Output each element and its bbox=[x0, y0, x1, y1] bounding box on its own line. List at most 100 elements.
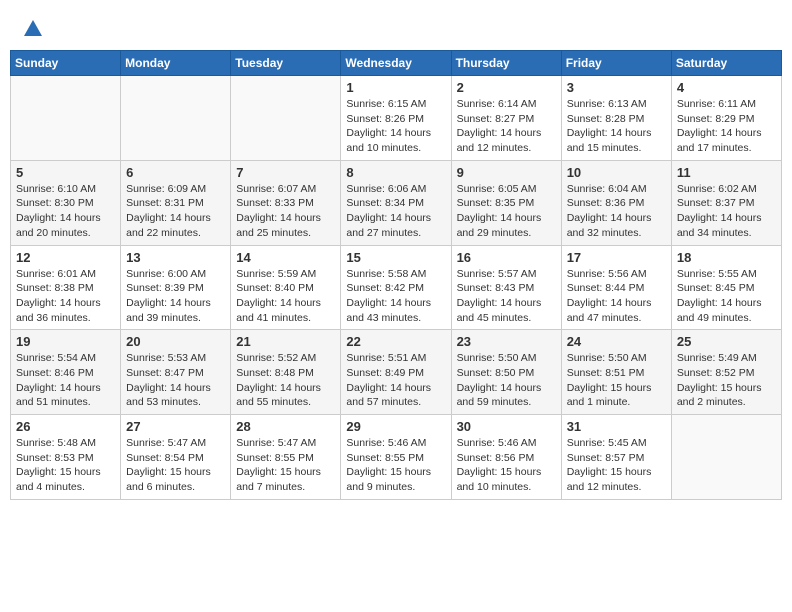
day-info: Sunrise: 5:56 AMSunset: 8:44 PMDaylight:… bbox=[567, 267, 666, 326]
day-number: 4 bbox=[677, 80, 776, 95]
calendar-header-sunday: Sunday bbox=[11, 51, 121, 76]
day-info: Sunrise: 6:01 AMSunset: 8:38 PMDaylight:… bbox=[16, 267, 115, 326]
calendar-cell bbox=[11, 76, 121, 161]
day-number: 28 bbox=[236, 419, 335, 434]
day-info: Sunrise: 6:06 AMSunset: 8:34 PMDaylight:… bbox=[346, 182, 445, 241]
day-number: 16 bbox=[457, 250, 556, 265]
calendar-cell: 8 Sunrise: 6:06 AMSunset: 8:34 PMDaylight… bbox=[341, 160, 451, 245]
calendar-header-saturday: Saturday bbox=[671, 51, 781, 76]
day-info: Sunrise: 6:09 AMSunset: 8:31 PMDaylight:… bbox=[126, 182, 225, 241]
day-number: 8 bbox=[346, 165, 445, 180]
calendar-cell: 3 Sunrise: 6:13 AMSunset: 8:28 PMDaylight… bbox=[561, 76, 671, 161]
day-number: 26 bbox=[16, 419, 115, 434]
day-info: Sunrise: 6:15 AMSunset: 8:26 PMDaylight:… bbox=[346, 97, 445, 156]
calendar-cell: 19 Sunrise: 5:54 AMSunset: 8:46 PMDayligh… bbox=[11, 330, 121, 415]
day-info: Sunrise: 5:54 AMSunset: 8:46 PMDaylight:… bbox=[16, 351, 115, 410]
day-number: 15 bbox=[346, 250, 445, 265]
day-info: Sunrise: 5:53 AMSunset: 8:47 PMDaylight:… bbox=[126, 351, 225, 410]
day-info: Sunrise: 5:52 AMSunset: 8:48 PMDaylight:… bbox=[236, 351, 335, 410]
calendar-table: SundayMondayTuesdayWednesdayThursdayFrid… bbox=[10, 50, 782, 500]
calendar-header-thursday: Thursday bbox=[451, 51, 561, 76]
calendar-cell: 31Sunrise: 5:45 AMSunset: 8:57 PMDayligh… bbox=[561, 415, 671, 500]
day-number: 17 bbox=[567, 250, 666, 265]
page-header bbox=[10, 10, 782, 44]
calendar-cell: 18 Sunrise: 5:55 AMSunset: 8:45 PMDayligh… bbox=[671, 245, 781, 330]
calendar-cell: 22 Sunrise: 5:51 AMSunset: 8:49 PMDayligh… bbox=[341, 330, 451, 415]
day-info: Sunrise: 5:55 AMSunset: 8:45 PMDaylight:… bbox=[677, 267, 776, 326]
day-info: Sunrise: 5:45 AMSunset: 8:57 PMDaylight:… bbox=[567, 436, 666, 495]
calendar-cell: 9 Sunrise: 6:05 AMSunset: 8:35 PMDaylight… bbox=[451, 160, 561, 245]
calendar-cell: 27Sunrise: 5:47 AMSunset: 8:54 PMDayligh… bbox=[121, 415, 231, 500]
day-number: 7 bbox=[236, 165, 335, 180]
calendar-header-monday: Monday bbox=[121, 51, 231, 76]
day-info: Sunrise: 5:49 AMSunset: 8:52 PMDaylight:… bbox=[677, 351, 776, 410]
day-number: 19 bbox=[16, 334, 115, 349]
day-info: Sunrise: 5:47 AMSunset: 8:55 PMDaylight:… bbox=[236, 436, 335, 495]
day-info: Sunrise: 5:51 AMSunset: 8:49 PMDaylight:… bbox=[346, 351, 445, 410]
calendar-cell: 14 Sunrise: 5:59 AMSunset: 8:40 PMDayligh… bbox=[231, 245, 341, 330]
day-number: 24 bbox=[567, 334, 666, 349]
day-info: Sunrise: 5:46 AMSunset: 8:55 PMDaylight:… bbox=[346, 436, 445, 495]
day-info: Sunrise: 6:11 AMSunset: 8:29 PMDaylight:… bbox=[677, 97, 776, 156]
calendar-header-friday: Friday bbox=[561, 51, 671, 76]
calendar-cell: 16 Sunrise: 5:57 AMSunset: 8:43 PMDayligh… bbox=[451, 245, 561, 330]
day-info: Sunrise: 6:05 AMSunset: 8:35 PMDaylight:… bbox=[457, 182, 556, 241]
calendar-cell: 6 Sunrise: 6:09 AMSunset: 8:31 PMDaylight… bbox=[121, 160, 231, 245]
day-info: Sunrise: 6:02 AMSunset: 8:37 PMDaylight:… bbox=[677, 182, 776, 241]
day-number: 11 bbox=[677, 165, 776, 180]
day-number: 30 bbox=[457, 419, 556, 434]
day-number: 23 bbox=[457, 334, 556, 349]
day-info: Sunrise: 5:59 AMSunset: 8:40 PMDaylight:… bbox=[236, 267, 335, 326]
day-info: Sunrise: 5:57 AMSunset: 8:43 PMDaylight:… bbox=[457, 267, 556, 326]
day-info: Sunrise: 5:47 AMSunset: 8:54 PMDaylight:… bbox=[126, 436, 225, 495]
day-number: 12 bbox=[16, 250, 115, 265]
calendar-cell: 21Sunrise: 5:52 AMSunset: 8:48 PMDayligh… bbox=[231, 330, 341, 415]
day-info: Sunrise: 6:04 AMSunset: 8:36 PMDaylight:… bbox=[567, 182, 666, 241]
calendar-cell: 23 Sunrise: 5:50 AMSunset: 8:50 PMDayligh… bbox=[451, 330, 561, 415]
day-info: Sunrise: 5:46 AMSunset: 8:56 PMDaylight:… bbox=[457, 436, 556, 495]
day-number: 5 bbox=[16, 165, 115, 180]
calendar-week-1: 1 Sunrise: 6:15 AMSunset: 8:26 PMDaylight… bbox=[11, 76, 782, 161]
day-number: 9 bbox=[457, 165, 556, 180]
calendar-cell: 26Sunrise: 5:48 AMSunset: 8:53 PMDayligh… bbox=[11, 415, 121, 500]
day-info: Sunrise: 6:14 AMSunset: 8:27 PMDaylight:… bbox=[457, 97, 556, 156]
calendar-cell: 20 Sunrise: 5:53 AMSunset: 8:47 PMDayligh… bbox=[121, 330, 231, 415]
day-info: Sunrise: 6:13 AMSunset: 8:28 PMDaylight:… bbox=[567, 97, 666, 156]
day-info: Sunrise: 6:00 AMSunset: 8:39 PMDaylight:… bbox=[126, 267, 225, 326]
day-number: 2 bbox=[457, 80, 556, 95]
day-number: 6 bbox=[126, 165, 225, 180]
calendar-cell bbox=[671, 415, 781, 500]
calendar-cell: 15 Sunrise: 5:58 AMSunset: 8:42 PMDayligh… bbox=[341, 245, 451, 330]
day-info: Sunrise: 6:07 AMSunset: 8:33 PMDaylight:… bbox=[236, 182, 335, 241]
calendar-week-4: 19 Sunrise: 5:54 AMSunset: 8:46 PMDayligh… bbox=[11, 330, 782, 415]
day-number: 18 bbox=[677, 250, 776, 265]
calendar-cell: 25 Sunrise: 5:49 AMSunset: 8:52 PMDayligh… bbox=[671, 330, 781, 415]
calendar-cell: 1 Sunrise: 6:15 AMSunset: 8:26 PMDaylight… bbox=[341, 76, 451, 161]
day-number: 29 bbox=[346, 419, 445, 434]
calendar-cell: 24 Sunrise: 5:50 AMSunset: 8:51 PMDayligh… bbox=[561, 330, 671, 415]
day-info: Sunrise: 6:10 AMSunset: 8:30 PMDaylight:… bbox=[16, 182, 115, 241]
day-number: 25 bbox=[677, 334, 776, 349]
calendar-header-wednesday: Wednesday bbox=[341, 51, 451, 76]
calendar-cell bbox=[121, 76, 231, 161]
logo bbox=[20, 18, 46, 40]
calendar-cell: 2 Sunrise: 6:14 AMSunset: 8:27 PMDaylight… bbox=[451, 76, 561, 161]
day-number: 13 bbox=[126, 250, 225, 265]
calendar-cell: 10Sunrise: 6:04 AMSunset: 8:36 PMDayligh… bbox=[561, 160, 671, 245]
day-number: 1 bbox=[346, 80, 445, 95]
calendar-cell: 17 Sunrise: 5:56 AMSunset: 8:44 PMDayligh… bbox=[561, 245, 671, 330]
calendar-cell: 29 Sunrise: 5:46 AMSunset: 8:55 PMDayligh… bbox=[341, 415, 451, 500]
calendar-week-5: 26Sunrise: 5:48 AMSunset: 8:53 PMDayligh… bbox=[11, 415, 782, 500]
calendar-cell: 12 Sunrise: 6:01 AMSunset: 8:38 PMDayligh… bbox=[11, 245, 121, 330]
calendar-cell: 28 Sunrise: 5:47 AMSunset: 8:55 PMDayligh… bbox=[231, 415, 341, 500]
calendar-cell: 13 Sunrise: 6:00 AMSunset: 8:39 PMDayligh… bbox=[121, 245, 231, 330]
day-info: Sunrise: 5:50 AMSunset: 8:50 PMDaylight:… bbox=[457, 351, 556, 410]
logo-icon bbox=[22, 18, 44, 40]
day-info: Sunrise: 5:58 AMSunset: 8:42 PMDaylight:… bbox=[346, 267, 445, 326]
day-info: Sunrise: 5:50 AMSunset: 8:51 PMDaylight:… bbox=[567, 351, 666, 410]
day-number: 14 bbox=[236, 250, 335, 265]
day-number: 20 bbox=[126, 334, 225, 349]
calendar-header-tuesday: Tuesday bbox=[231, 51, 341, 76]
day-number: 22 bbox=[346, 334, 445, 349]
day-number: 3 bbox=[567, 80, 666, 95]
